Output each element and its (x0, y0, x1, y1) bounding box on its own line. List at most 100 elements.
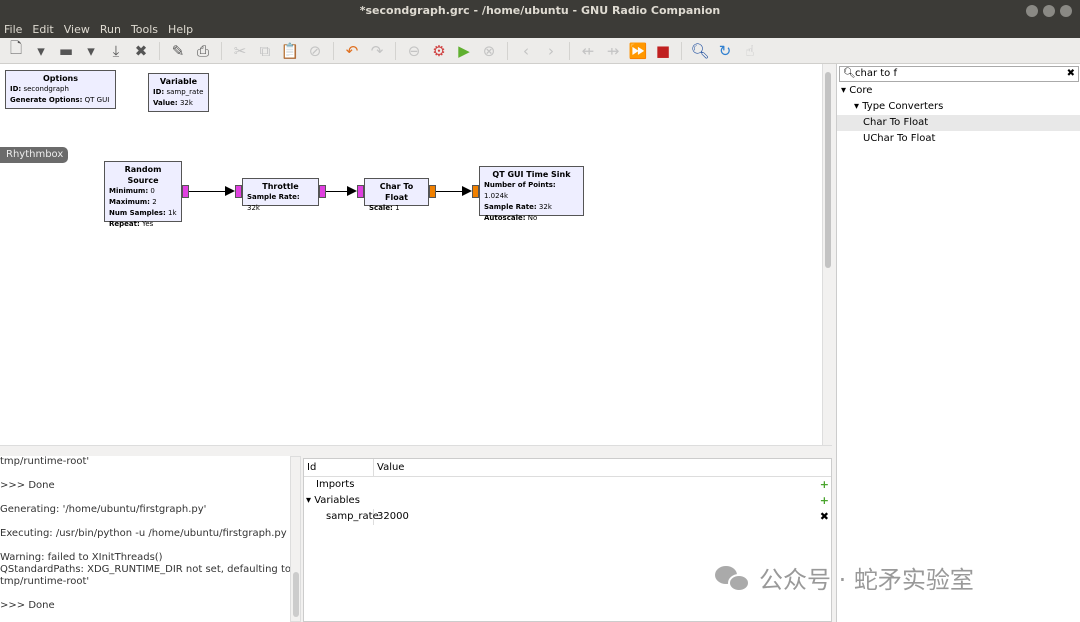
console-line: Warning: failed to XInitThreads() (0, 552, 163, 563)
tree-item-core[interactable]: ▾ Core (837, 83, 1080, 99)
pencil-icon[interactable]: ✎ (168, 42, 188, 60)
flowgraph-canvas[interactable]: Options ID: secondgraph Generate Options: … (0, 64, 822, 445)
param-label: Repeat: (109, 220, 140, 228)
open-folder-icon[interactable]: ▬ (56, 42, 76, 60)
toolbar-separator (507, 41, 508, 60)
console-line: QStandardPaths: XDG_RUNTIME_DIR not set,… (0, 564, 290, 575)
char-to-float-block[interactable]: Char To Float Scale: 1 (364, 178, 429, 212)
add-icon[interactable]: + (820, 493, 829, 509)
param-label: Generate Options: (10, 96, 83, 104)
random-source-out-port[interactable] (182, 185, 189, 198)
param-value: QT GUI (84, 96, 110, 104)
block-title: QT GUI Time Sink (492, 170, 571, 179)
add-icon[interactable]: + (820, 477, 829, 493)
char-to-float-out-port[interactable] (429, 185, 436, 198)
time-sink-in-port[interactable] (472, 185, 479, 198)
param-label: Maximum: (109, 198, 150, 206)
rotate-left-icon[interactable]: ‹ (516, 42, 536, 60)
param-label: Scale: (369, 204, 393, 212)
variable-id: ▾ Variables (304, 493, 374, 509)
variable-row[interactable]: ▾ Variables + (304, 493, 831, 509)
block-tree: ▾ Core ▾ Type Converters Char To Float UCha… (837, 83, 1080, 147)
delete-icon[interactable]: ⊘ (305, 42, 325, 60)
dropdown-icon[interactable]: ▾ (31, 42, 51, 60)
tree-item-uchar-to-float[interactable]: UChar To Float (837, 131, 1080, 147)
char-to-float-in-port[interactable] (357, 185, 364, 198)
console-line: Generating: '/home/ubuntu/firstgraph.py' (0, 504, 207, 515)
param-label: Autoscale: (484, 214, 526, 222)
skip-icon[interactable]: ⏩ (628, 42, 648, 60)
menu-tools[interactable]: Tools (131, 22, 158, 38)
block-param: Sample Rate: 32k (484, 202, 579, 213)
block-param: ID: secondgraph (10, 84, 111, 95)
kill-icon[interactable]: ⊗ (479, 42, 499, 60)
block-title: Char To Float (379, 182, 414, 202)
variable-row[interactable]: Imports + (304, 477, 831, 493)
clear-search-icon[interactable]: ✖ (1067, 67, 1075, 81)
arrow-icon (462, 186, 472, 196)
generate-icon[interactable]: ⚙ (429, 42, 449, 60)
variable-block[interactable]: Variable ID: samp_rate Value: 32k (148, 73, 209, 112)
menu-edit[interactable]: Edit (32, 22, 53, 38)
disable-icon[interactable]: ⊖ (404, 42, 424, 60)
column-header-id[interactable]: Id (304, 459, 374, 476)
expander-icon[interactable]: ▾ (854, 101, 859, 112)
close-window-button[interactable] (1060, 5, 1072, 17)
throttle-in-port[interactable] (235, 185, 242, 198)
print-icon[interactable]: ⎙ (193, 42, 213, 60)
tree-item-char-to-float[interactable]: Char To Float (837, 115, 1080, 131)
block-title: Throttle (262, 182, 299, 191)
enable-icon[interactable]: ⇸ (603, 42, 623, 60)
minimize-button[interactable] (1026, 5, 1038, 17)
new-file-icon[interactable]: 🗋 (6, 38, 26, 63)
bypass-icon[interactable]: ⇷ (578, 42, 598, 60)
throttle-block[interactable]: Throttle Sample Rate: 32k (242, 178, 319, 212)
cut-icon[interactable]: ✂ (230, 42, 250, 60)
block-param: ID: samp_rate (153, 87, 204, 98)
close-icon[interactable]: ✖ (131, 42, 151, 60)
toolbar-separator (681, 41, 682, 60)
paste-icon[interactable]: 📋 (280, 42, 300, 60)
random-source-block[interactable]: Random Source Minimum: 0 Maximum: 2 Num Sam… (104, 161, 182, 228)
find-icon[interactable]: 🔍︎ (690, 42, 710, 60)
qt-gui-time-sink-block[interactable]: QT GUI Time Sink Number of Points: 1.024k… (479, 166, 584, 222)
maximize-button[interactable] (1043, 5, 1055, 17)
watermark: 公众号 · 蛇矛实验室 (715, 560, 974, 595)
rotate-right-icon[interactable]: › (541, 42, 561, 60)
throttle-out-port[interactable] (319, 185, 326, 198)
menu-run[interactable]: Run (100, 22, 121, 38)
param-label: Sample Rate: (484, 203, 537, 211)
column-header-value[interactable]: Value (374, 459, 404, 476)
param-value: 32k (247, 204, 260, 212)
arrow-icon (347, 186, 357, 196)
dropdown-icon[interactable]: ▾ (81, 42, 101, 60)
console-scrollbar[interactable] (290, 456, 301, 622)
canvas-vertical-scrollbar[interactable] (822, 64, 832, 445)
execute-icon[interactable]: ▶ (454, 42, 474, 60)
expander-icon[interactable]: ▾ (306, 495, 311, 506)
menu-file[interactable]: File (4, 22, 22, 38)
copy-icon[interactable]: ⧉ (255, 42, 275, 60)
menu-help[interactable]: Help (168, 22, 193, 38)
reload-icon[interactable]: ↻ (715, 42, 735, 60)
menu-view[interactable]: View (64, 22, 90, 38)
block-param: Maximum: 2 (109, 197, 177, 208)
variable-row[interactable]: samp_rate 32000 ✖ (304, 509, 831, 525)
block-param: Number of Points: 1.024k (484, 180, 579, 202)
block-title: Variable (159, 77, 198, 86)
redo-icon[interactable]: ↷ (367, 42, 387, 60)
stop-record-icon[interactable]: ■ (653, 42, 673, 60)
remove-icon[interactable]: ✖ (820, 509, 829, 525)
block-search-input[interactable]: 🔍︎ char to f ✖ (839, 66, 1079, 82)
variable-id-text: samp_rate (326, 511, 379, 522)
block-param: Autoscale: No (484, 213, 579, 224)
expander-icon[interactable]: ▾ (841, 85, 846, 96)
hand-icon[interactable]: ☝ (740, 42, 760, 60)
block-param: Value: 32k (153, 98, 204, 109)
save-icon[interactable]: ⤓ (106, 42, 126, 60)
canvas-horizontal-scrollbar[interactable] (0, 445, 832, 456)
tree-item-type-converters[interactable]: ▾ Type Converters (837, 99, 1080, 115)
options-block[interactable]: Options ID: secondgraph Generate Options: … (5, 70, 116, 109)
undo-icon[interactable]: ↶ (342, 42, 362, 60)
